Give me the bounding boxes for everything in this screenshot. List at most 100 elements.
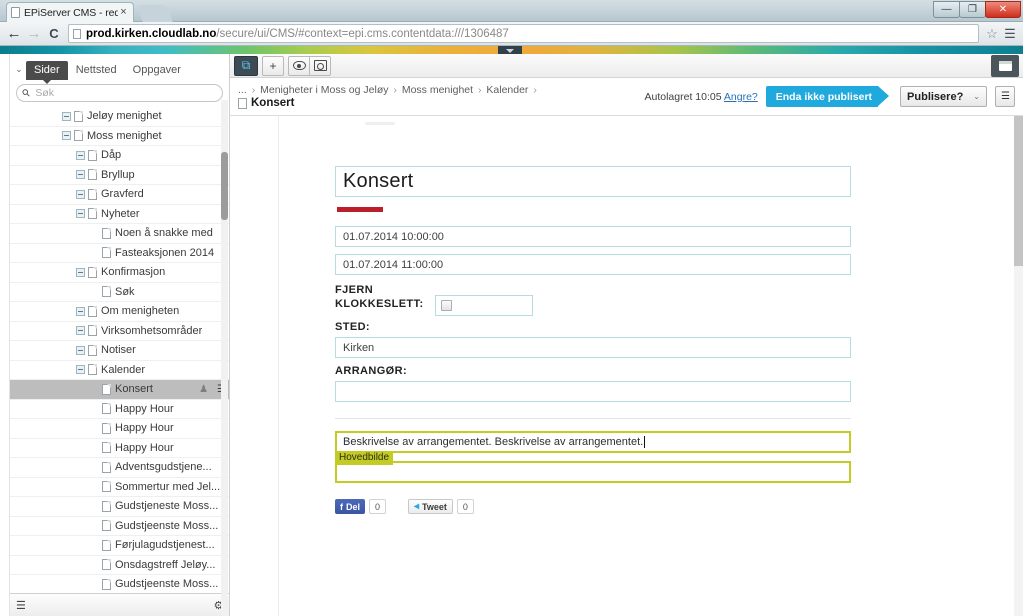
canvas-scrollbar[interactable]	[1014, 116, 1023, 616]
description-field[interactable]: Beskrivelse av arrangementet. Beskrivels…	[335, 431, 851, 465]
publish-button[interactable]: Publisere? ⌄	[900, 86, 987, 107]
tree-item[interactable]: Konsert♟☰	[10, 380, 229, 400]
page-tree[interactable]: Jeløy menighet Moss menighet Dåp Bryllup Gra…	[10, 107, 229, 593]
tree-item[interactable]: Om menigheten	[10, 302, 229, 322]
status-badge: Enda ikke publisert	[765, 86, 890, 107]
tree-item[interactable]: Dåp	[10, 146, 229, 166]
breadcrumb-ellipsis[interactable]: ...	[238, 84, 247, 96]
facebook-share[interactable]: f Del 0	[335, 499, 387, 514]
expander-icon[interactable]	[76, 170, 85, 180]
expander-icon[interactable]	[76, 150, 85, 160]
reload-icon[interactable]: C	[44, 24, 64, 44]
view-settings-button[interactable]	[309, 55, 331, 76]
expander-icon[interactable]	[76, 345, 85, 355]
place-field[interactable]: Kirken	[335, 337, 851, 358]
expander-icon[interactable]	[76, 326, 85, 336]
sidebar-collapse-icon[interactable]: ⌄	[12, 64, 26, 80]
back-icon[interactable]: ←	[4, 24, 24, 44]
breadcrumb-item-0[interactable]: Menigheter i Moss og Jeløy	[260, 84, 388, 96]
maximize-button[interactable]: ❐	[959, 1, 986, 18]
search-box[interactable]: ⚲	[16, 84, 223, 102]
tree-scrollbar[interactable]	[221, 100, 228, 616]
place-label: STED:	[335, 321, 370, 333]
tree-item[interactable]: Happy Hour	[10, 439, 229, 458]
tree-item[interactable]: Moss menighet	[10, 127, 229, 146]
facebook-share-button[interactable]: f Del	[335, 499, 366, 514]
minimize-button[interactable]: —	[933, 1, 960, 18]
toggle-panel-button[interactable]	[991, 54, 1019, 77]
address-bar[interactable]: prod.kirken.cloudlab.no/secure/ui/CMS/#c…	[68, 24, 979, 43]
tree-item[interactable]: Onsdagstreff Jeløy...	[10, 556, 229, 575]
twitter-share[interactable]: ◂ Tweet 0	[408, 499, 474, 514]
tree-item[interactable]: Førjulagudstjenest...	[10, 536, 229, 556]
preview-toggle-button[interactable]	[288, 55, 310, 76]
breadcrumb-item-1[interactable]: Moss menighet	[402, 84, 473, 96]
sidebar-list-icon[interactable]: ☰	[16, 599, 26, 612]
user-icon[interactable]: ♟	[199, 384, 208, 395]
tree-item[interactable]: Happy Hour	[10, 419, 229, 439]
tree-item[interactable]: Jeløy menighet	[10, 107, 229, 127]
tree-item[interactable]: Sommertur med Jel...	[10, 478, 229, 497]
tree-item[interactable]: Gravferd	[10, 185, 229, 205]
expander-icon[interactable]	[76, 189, 85, 199]
eye-icon	[292, 61, 306, 70]
document-icon	[102, 539, 111, 551]
breadcrumb: ... › Menigheter i Moss og Jeløy › Moss …	[238, 84, 539, 109]
tree-item[interactable]: Kalender	[10, 361, 229, 380]
tree-item[interactable]: Konfirmasjon	[10, 263, 229, 283]
sidebar-tab-sider[interactable]: Sider	[26, 61, 68, 84]
options-list-button[interactable]: ☰	[995, 86, 1015, 107]
document-icon	[88, 266, 97, 278]
document-icon	[102, 442, 111, 454]
text-caret	[644, 436, 646, 448]
add-content-button[interactable]: +	[262, 55, 284, 76]
tree-item[interactable]: Fasteaksjonen 2014	[10, 244, 229, 263]
tree-item[interactable]: Gudstjeenste Moss...	[10, 517, 229, 536]
place-value: Kirken	[343, 341, 375, 354]
expander-icon[interactable]	[76, 267, 85, 277]
end-date-field[interactable]: 01.07.2014 11:00:00	[335, 254, 851, 275]
tree-item[interactable]: Bryllup	[10, 166, 229, 185]
search-input[interactable]	[35, 87, 216, 99]
remove-time-field[interactable]	[435, 295, 533, 316]
document-icon	[88, 188, 97, 200]
organizer-field[interactable]	[335, 381, 851, 402]
chevron-down-icon: ⌄	[973, 92, 980, 101]
window-close-button[interactable]: ✕	[985, 1, 1021, 18]
breadcrumb-item-2[interactable]: Kalender	[486, 84, 528, 96]
sidebar-tab-nettsted[interactable]: Nettsted	[68, 61, 125, 80]
expander-icon[interactable]	[76, 306, 85, 316]
canvas-scrollbar-thumb[interactable]	[1014, 116, 1023, 266]
expander-icon[interactable]	[76, 365, 85, 375]
tree-item[interactable]: Gudstjeenste Moss...	[10, 575, 229, 593]
main-image-field[interactable]	[335, 461, 851, 483]
tree-item[interactable]: Notiser	[10, 341, 229, 361]
tree-item[interactable]: Virksomhetsområder	[10, 322, 229, 341]
sidebar-tab-oppgaver[interactable]: Oppgaver	[125, 61, 189, 80]
undo-link[interactable]: Angre?	[724, 91, 758, 103]
tree-item[interactable]: Nyheter	[10, 205, 229, 224]
new-tab-button[interactable]	[137, 5, 173, 22]
expander-icon[interactable]	[62, 111, 71, 121]
twitter-share-button[interactable]: ◂ Tweet	[408, 499, 453, 514]
structure-view-button[interactable]: ⧉	[234, 55, 258, 76]
browser-menu-icon[interactable]: ☰	[1001, 26, 1019, 42]
document-icon	[88, 325, 97, 337]
tree-item[interactable]: Noen å snakke med	[10, 224, 229, 244]
tree-item[interactable]: Gudstjeneste Moss...	[10, 497, 229, 517]
tree-scrollbar-thumb[interactable]	[221, 152, 228, 220]
close-icon[interactable]: ×	[118, 7, 129, 18]
tree-item[interactable]: Adventsgudstjene...	[10, 458, 229, 478]
expander-icon[interactable]	[62, 131, 71, 141]
forward-icon[interactable]: →	[24, 24, 44, 44]
document-icon	[102, 461, 111, 473]
url-path: /secure/ui/CMS/#context=epi.cms.contentd…	[216, 27, 509, 40]
bookmark-star-icon[interactable]: ☆	[983, 26, 1001, 42]
tree-item[interactable]: Søk	[10, 283, 229, 302]
tree-item[interactable]: Happy Hour	[10, 400, 229, 419]
start-date-field[interactable]: 01.07.2014 10:00:00	[335, 226, 851, 247]
browser-tab[interactable]: EPiServer CMS - rediger ×	[6, 2, 134, 22]
title-field[interactable]: Konsert	[335, 166, 851, 197]
expander-icon[interactable]	[76, 209, 85, 219]
remove-time-checkbox[interactable]	[441, 300, 452, 311]
